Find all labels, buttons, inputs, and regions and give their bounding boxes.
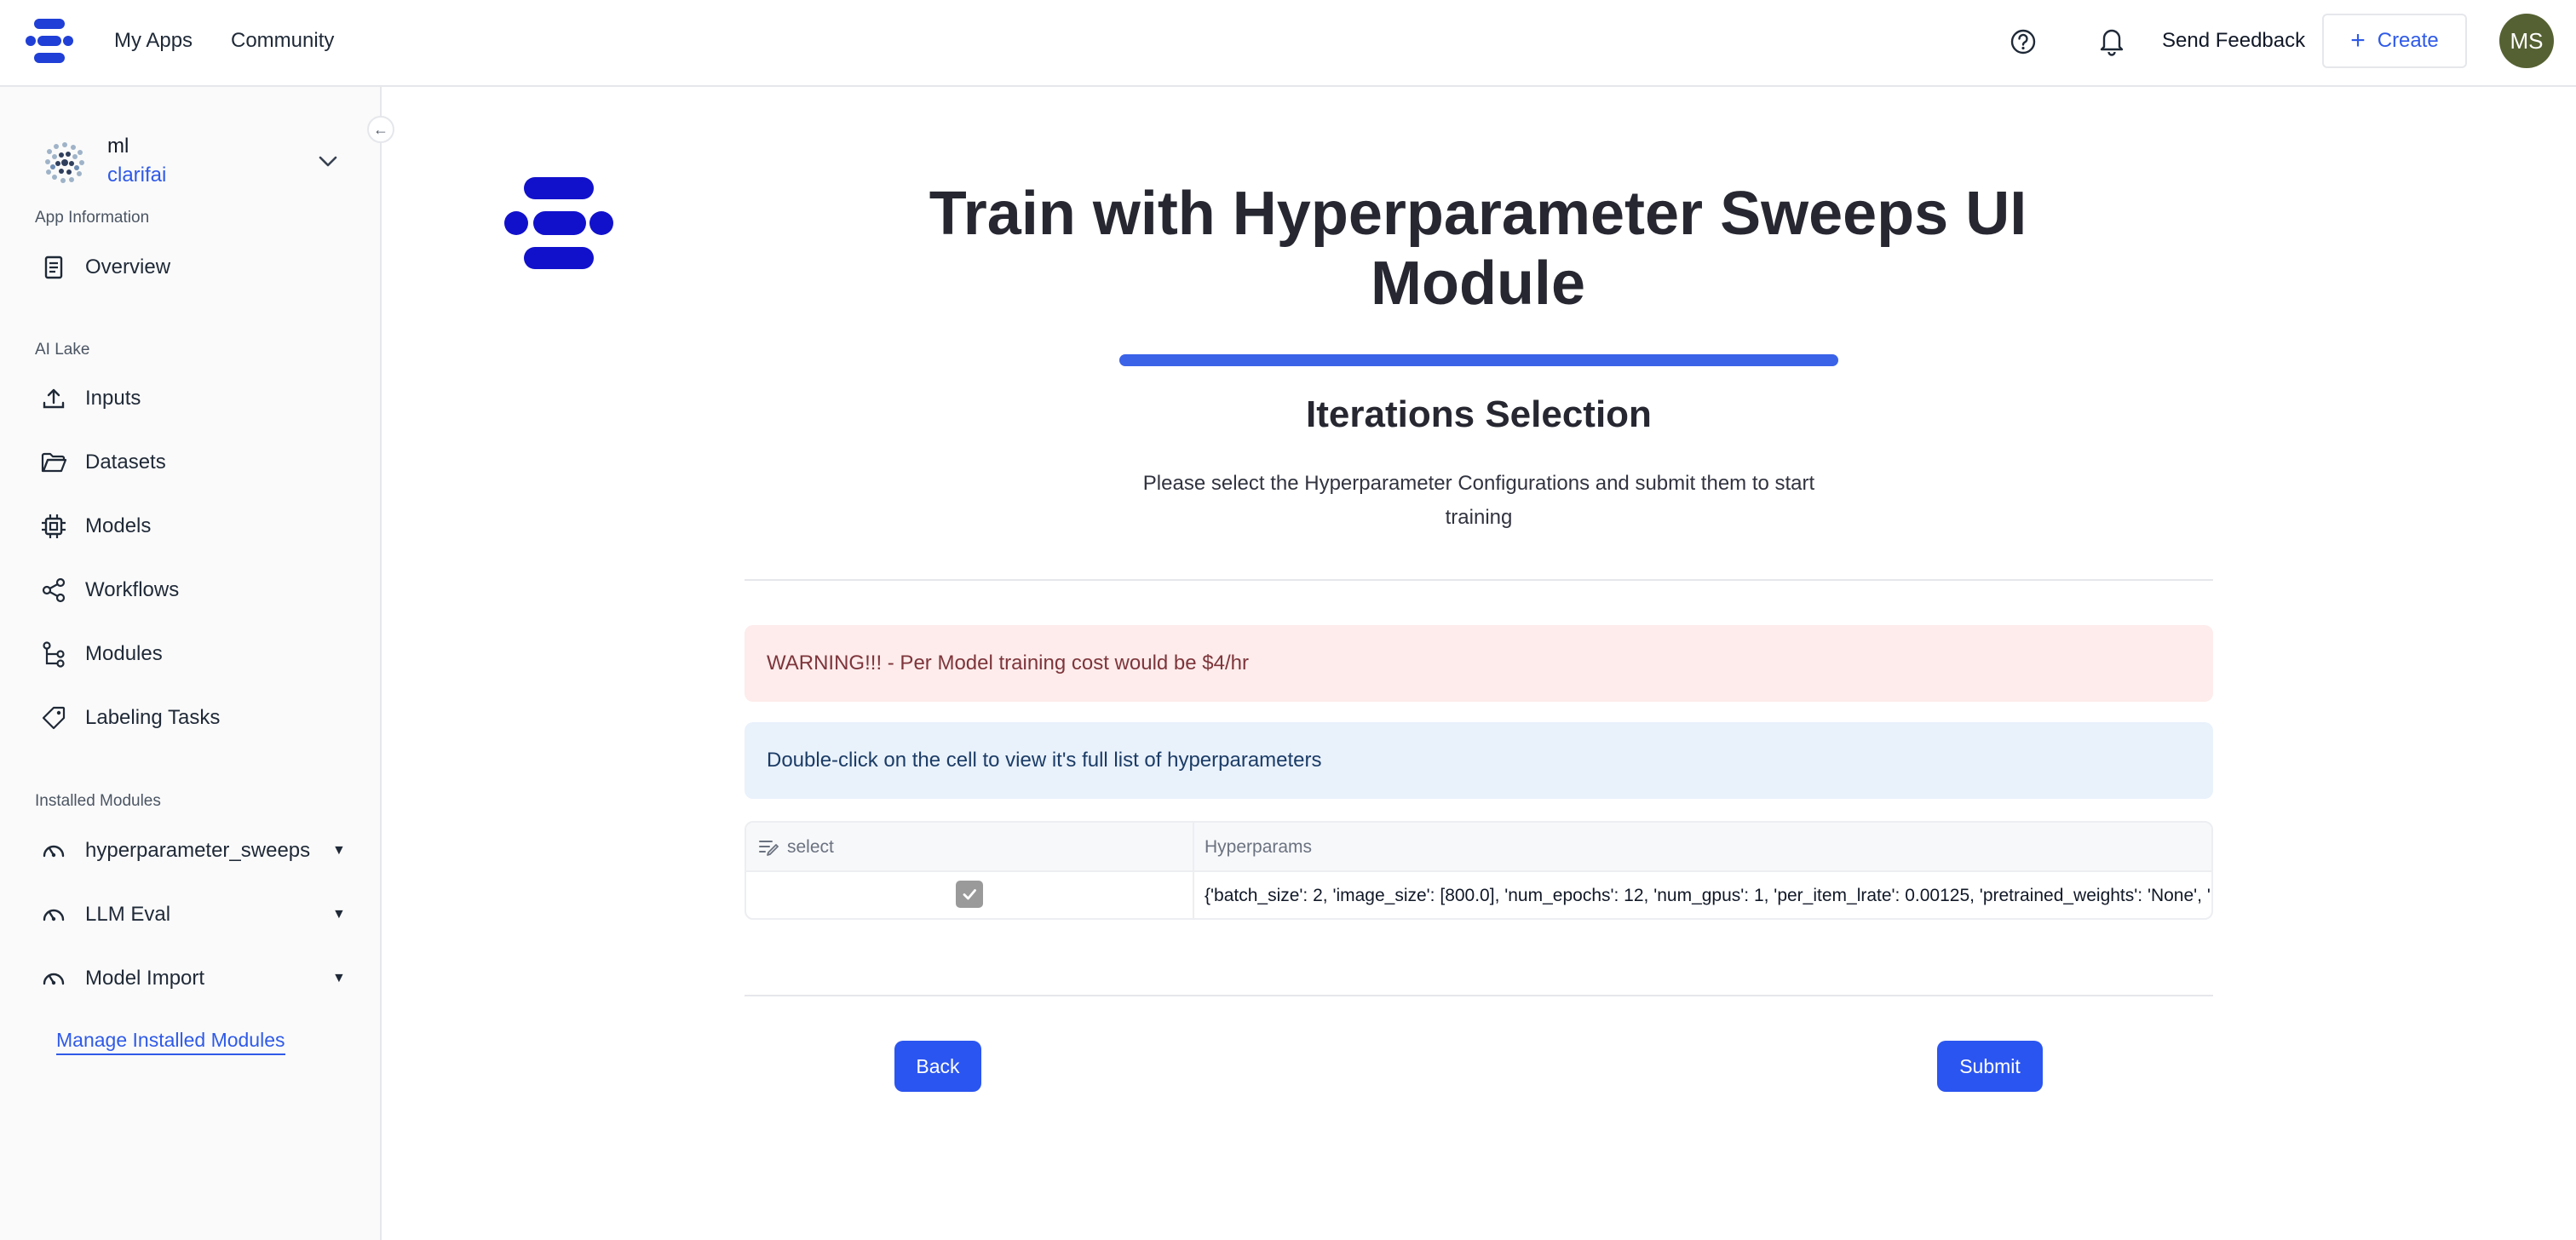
- sidebar-item-modules[interactable]: Modules: [34, 630, 358, 678]
- sidebar-item-labeling-tasks[interactable]: Labeling Tasks: [34, 694, 358, 742]
- hyperparams-table: select Hyperparams {'batch_size': 2, 'im…: [745, 821, 2213, 920]
- create-label: Create: [2377, 29, 2439, 52]
- sidebar-item-label: Overview: [85, 255, 171, 278]
- warning-text: WARNING!!! - Per Model training cost wou…: [767, 652, 1249, 675]
- create-button[interactable]: + Create: [2322, 14, 2467, 68]
- info-alert: Double-click on the cell to view it's fu…: [745, 722, 2213, 799]
- tag-icon: [39, 703, 68, 732]
- sidebar-item-label: hyperparameter_sweeps: [85, 839, 311, 862]
- nav-my-apps[interactable]: My Apps: [114, 26, 193, 56]
- hyperparams-cell[interactable]: {'batch_size': 2, 'image_size': [800.0],…: [1205, 872, 2210, 918]
- step-description: Please select the Hyperparameter Configu…: [1142, 472, 1815, 529]
- progress-bar: [1119, 354, 1838, 366]
- sidebar-item-label: LLM Eval: [85, 903, 171, 926]
- select-column-icon: [758, 838, 779, 857]
- divider: [745, 579, 2213, 581]
- sidebar: ml clarifai App Information Overview AI …: [0, 87, 382, 1240]
- submit-button[interactable]: Submit: [1937, 1041, 2043, 1092]
- upload-icon: [39, 384, 68, 413]
- caret-down-icon[interactable]: ▼: [332, 843, 346, 858]
- sidebar-item-label: Datasets: [85, 451, 166, 474]
- bell-icon[interactable]: [2097, 26, 2126, 56]
- sidebar-module-llm-eval[interactable]: LLM Eval ▼: [34, 891, 358, 939]
- column-header-label: Hyperparams: [1205, 837, 1313, 857]
- sidebar-item-label: Models: [85, 514, 152, 537]
- table-header: [746, 823, 2211, 872]
- column-header-hyperparams[interactable]: Hyperparams: [1205, 823, 1312, 872]
- help-icon[interactable]: [2009, 27, 2038, 56]
- clarifai-logo-icon[interactable]: [24, 17, 75, 65]
- warning-alert: WARNING!!! - Per Model training cost wou…: [745, 625, 2213, 702]
- app-org: clarifai: [107, 164, 167, 187]
- user-avatar[interactable]: MS: [2499, 14, 2554, 68]
- divider: [745, 995, 2213, 996]
- chevron-down-icon: [315, 148, 341, 174]
- folder-icon: [39, 448, 68, 477]
- caret-down-icon[interactable]: ▼: [332, 971, 346, 986]
- sidebar-item-datasets[interactable]: Datasets: [34, 439, 358, 486]
- chip-icon: [39, 512, 68, 541]
- section-installed-modules: Installed Modules: [35, 792, 161, 810]
- check-icon: [963, 889, 976, 900]
- plus-icon: +: [2350, 26, 2366, 55]
- sidebar-module-model-import[interactable]: Model Import ▼: [34, 955, 358, 1002]
- column-header-label: select: [787, 837, 834, 857]
- sidebar-item-overview[interactable]: Overview: [34, 244, 358, 291]
- column-header-select[interactable]: select: [758, 823, 834, 872]
- row-select-checkbox[interactable]: [956, 881, 983, 908]
- manage-installed-modules-link[interactable]: Manage Installed Modules: [56, 1029, 285, 1055]
- arrow-left-icon: ←: [373, 120, 388, 138]
- document-icon: [39, 253, 68, 282]
- collapse-sidebar-button[interactable]: ←: [367, 116, 394, 143]
- nav-community[interactable]: Community: [231, 26, 334, 56]
- caret-down-icon[interactable]: ▼: [332, 907, 346, 922]
- sidebar-item-label: Model Import: [85, 967, 205, 990]
- sidebar-item-models[interactable]: Models: [34, 502, 358, 550]
- sidebar-item-workflows[interactable]: Workflows: [34, 566, 358, 614]
- app-switcher[interactable]: ml clarifai: [34, 133, 349, 194]
- gauge-icon: [39, 836, 68, 865]
- sidebar-item-label: Workflows: [85, 578, 180, 601]
- section-ai-lake: AI Lake: [35, 341, 90, 359]
- sidebar-item-inputs[interactable]: Inputs: [34, 375, 358, 422]
- app-name: ml: [107, 135, 129, 158]
- clarifai-logo-icon: [501, 174, 617, 273]
- top-bar: My Apps Community Send Feedback + Create…: [0, 0, 2576, 87]
- gauge-icon: [39, 900, 68, 929]
- info-text: Double-click on the cell to view it's fu…: [767, 749, 1322, 772]
- section-app-information: App Information: [35, 209, 150, 227]
- share-nodes-icon: [39, 576, 68, 605]
- step-title: Iterations Selection: [1306, 393, 1652, 435]
- gauge-icon: [39, 964, 68, 993]
- progress-bar-fill: [1119, 354, 1838, 366]
- page-title: Train with Hyperparameter Sweeps UI Modu…: [929, 180, 2027, 318]
- sidebar-item-label: Inputs: [85, 387, 141, 410]
- sidebar-item-label: Labeling Tasks: [85, 706, 221, 729]
- sidebar-module-hyperparameter-sweeps[interactable]: hyperparameter_sweeps ▼: [34, 827, 358, 875]
- branch-icon: [39, 640, 68, 669]
- sidebar-item-label: Modules: [85, 642, 163, 665]
- send-feedback-link[interactable]: Send Feedback: [2162, 26, 2305, 56]
- back-button[interactable]: Back: [894, 1041, 981, 1092]
- app-avatar: [41, 140, 89, 187]
- column-divider: [1193, 823, 1194, 918]
